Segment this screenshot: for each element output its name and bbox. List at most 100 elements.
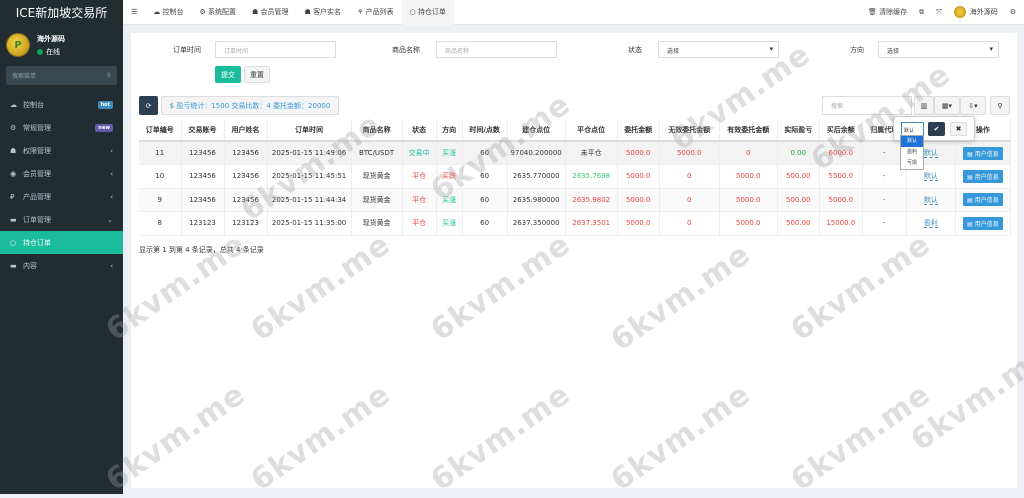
sidebar-item-6[interactable]: ○ 持仓订单 <box>0 231 123 254</box>
columns-button[interactable]: ▦▾ <box>934 96 960 115</box>
tab-5[interactable]: ○ 持仓订单 <box>401 0 454 25</box>
table-cell: 5000.0 <box>659 141 720 165</box>
column-header[interactable]: 商品名称 <box>351 119 403 142</box>
profit-select[interactable]: 默认 <box>901 122 924 136</box>
tab-4[interactable]: ⚘ 产品列表 <box>349 0 402 25</box>
option-default[interactable]: 默认 <box>901 136 923 147</box>
user-menu[interactable]: 海外源码 <box>953 6 998 18</box>
table-cell: 60 <box>462 211 508 236</box>
user-info-button[interactable]: ▤ 用户信息 <box>963 169 1003 183</box>
refresh-button[interactable]: ⟳ <box>139 96 158 115</box>
table-cell: 买涨 <box>436 211 463 236</box>
settings-icon[interactable]: ⚙ <box>1010 8 1016 16</box>
column-header[interactable]: 平仓点位 <box>565 119 618 142</box>
tab-3[interactable]: ☗ 客户实名 <box>297 0 350 25</box>
table-cell: 0 <box>659 211 720 236</box>
menu-search-input[interactable]: 搜索菜单 ⚲ <box>6 66 117 85</box>
table-cell: 15000.0 <box>819 211 863 236</box>
table-cell: 11 <box>139 141 182 165</box>
sidebar-item-3[interactable]: ◉ 会员管理 ‹ <box>0 162 123 185</box>
avatar <box>953 6 966 18</box>
option-loss[interactable]: 亏损 <box>901 158 923 169</box>
sidebar-badge: new <box>95 123 113 132</box>
export-button[interactable]: ⇩▾ <box>960 96 986 115</box>
column-header[interactable]: 方向 <box>436 119 463 142</box>
table-cell: 10 <box>139 164 182 189</box>
column-header[interactable]: 状态 <box>402 119 437 142</box>
reset-button[interactable]: 重置 <box>244 66 270 83</box>
profit-control-link[interactable]: 默认 <box>923 149 938 158</box>
top-navbar: ☰ ☁ 控制台 ⚙ 系统配置 ☗ 会员管理 ☗ 客户实名 ⚘ 产品列表 ○ 持仓订单 🗑 … <box>123 0 1024 25</box>
table-cell: ▤ 用户信息 <box>955 211 1012 236</box>
profit-control-link[interactable]: 默认 <box>923 172 938 182</box>
sidebar-item-7[interactable]: ▬ 内容 ‹ <box>0 254 123 277</box>
table-cell: 平仓 <box>402 211 437 236</box>
table-cell: 交易中 <box>402 141 437 165</box>
sidebar-item-5[interactable]: ▬ 订单管理 ⌄ <box>0 208 123 231</box>
translate-icon[interactable]: ⧉ <box>919 8 924 17</box>
table-cell: 123456 <box>181 141 225 165</box>
table-cell: 500.00 <box>777 164 820 189</box>
tab-1[interactable]: ⚙ 系统配置 <box>192 0 245 25</box>
orders-table: 订单编号 交易账号 用户姓名 订单时间 商品名称 状态 方向 时间/点数 建仓点位 平仓点位 委托金… <box>139 119 1012 236</box>
product-input[interactable]: 商品名称 <box>436 41 557 58</box>
toggle-view-button[interactable]: ▥ <box>914 96 934 115</box>
table-cell: 60 <box>462 141 508 165</box>
fullscreen-icon[interactable]: ⤧ <box>936 8 942 17</box>
table-cell: 0.00 <box>777 141 820 165</box>
sidebar-item-0[interactable]: ☁ 控制台 hot <box>0 93 123 116</box>
menu-toggle-icon[interactable]: ☰ <box>123 0 145 25</box>
table-cell: 2635.7698 <box>565 164 618 189</box>
chevron-icon: ⌄ <box>107 215 113 224</box>
status-select[interactable]: 选择 <box>658 41 779 58</box>
user-panel: P 海外源码 在线 <box>0 26 123 64</box>
user-info-button[interactable]: ▤ 用户信息 <box>963 193 1003 207</box>
clear-cache-button[interactable]: 🗑 清除缓存 <box>868 7 907 17</box>
option-profit[interactable]: 盈利 <box>901 147 923 158</box>
table-cell: 60 <box>462 188 508 212</box>
sidebar-item-label: 持仓订单 <box>23 238 51 247</box>
app-logo: ICE新加坡交易所 <box>15 6 108 20</box>
column-header[interactable]: 用户姓名 <box>224 119 268 142</box>
sidebar-item-label: 控制台 <box>23 100 44 109</box>
column-header[interactable]: 买后余额 <box>819 119 863 142</box>
profit-control-link[interactable]: 默认 <box>923 195 938 205</box>
table-cell: 2635.9802 <box>565 188 618 212</box>
tab-icon: ⚘ <box>357 7 364 16</box>
table-cell: 2025-01-15 11:44:34 <box>267 188 352 212</box>
user-info-button[interactable]: ▤ 用户信息 <box>963 146 1003 160</box>
table-cell: ▤ 用户信息 <box>955 188 1012 212</box>
table-cell: 未平仓 <box>565 141 618 165</box>
table-cell: 5000.0 <box>819 188 863 212</box>
direction-select[interactable]: 选择 <box>878 41 999 58</box>
sidebar-item-label: 权限管理 <box>23 146 51 155</box>
column-header[interactable]: 交易账号 <box>181 119 225 142</box>
column-header[interactable]: 委托金额 <box>617 119 660 142</box>
tab-2[interactable]: ☗ 会员管理 <box>244 0 297 25</box>
advanced-search-button[interactable]: ⚲ <box>990 96 1010 115</box>
column-header[interactable]: 有效委托金额 <box>719 119 778 142</box>
sidebar-item-4[interactable]: ₽ 产品管理 ‹ <box>0 185 123 208</box>
column-header[interactable]: 订单编号 <box>139 119 182 142</box>
column-header[interactable]: 实际盈亏 <box>777 119 820 142</box>
table-cell: 0 <box>659 188 720 212</box>
column-header[interactable]: 无效委托金额 <box>659 119 720 142</box>
table-cell: 5000.0 <box>719 188 778 212</box>
order-time-input[interactable]: 订单时间 <box>215 41 336 58</box>
table-cell: 2025-01-15 11:45:51 <box>267 164 352 189</box>
user-info-button[interactable]: ▤ 用户信息 <box>963 216 1003 230</box>
tab-0[interactable]: ☁ 控制台 <box>145 0 191 25</box>
table-search-input[interactable]: 搜索 <box>822 96 912 115</box>
table-cell: 0 <box>659 164 720 189</box>
sidebar-item-label: 常规管理 <box>23 123 51 132</box>
sidebar-item-1[interactable]: ⚙ 常规管理 new <box>0 116 123 139</box>
sidebar-item-2[interactable]: ☗ 权限管理 ‹ <box>0 139 123 162</box>
tab-icon: ⚙ <box>199 7 206 16</box>
submit-button[interactable]: 提交 <box>215 66 241 83</box>
cancel-button[interactable]: ✖ <box>950 122 967 136</box>
column-header[interactable]: 时间/点数 <box>462 119 508 142</box>
column-header[interactable]: 订单时间 <box>267 119 352 142</box>
confirm-button[interactable]: ✔ <box>928 122 945 136</box>
column-header[interactable]: 建仓点位 <box>507 119 566 142</box>
profit-control-link[interactable]: 盈利 <box>923 219 938 229</box>
